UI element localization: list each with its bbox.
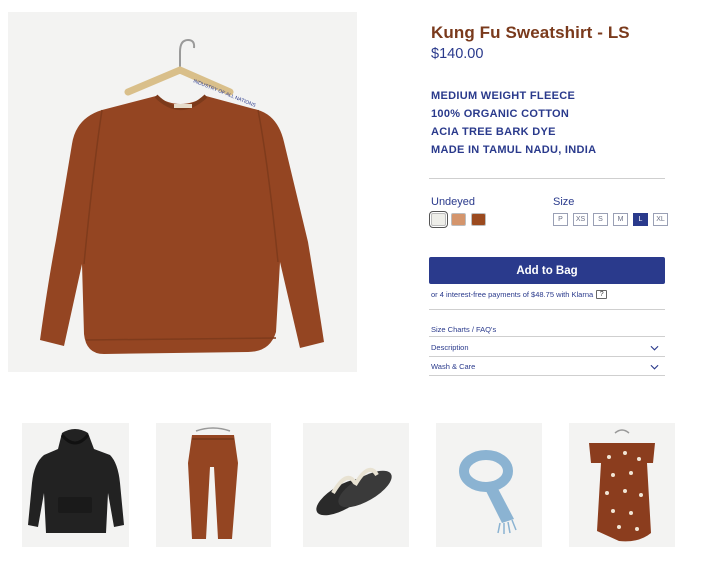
swatch-rust[interactable] [471, 213, 486, 226]
color-swatches [429, 211, 486, 228]
add-to-bag-button[interactable]: Add to Bag [429, 257, 665, 284]
product-title: Kung Fu Sweatshirt - LS [431, 23, 630, 42]
description-label: Description [431, 343, 469, 352]
chevron-down-icon [650, 364, 659, 370]
color-label: Undeyed [431, 196, 476, 208]
size-options: P XS S M L XL [553, 213, 668, 226]
divider [429, 356, 665, 357]
belt-image [436, 423, 542, 547]
feature-item: MEDIUM WEIGHT FLEECE [431, 90, 576, 102]
pants-image [156, 423, 271, 547]
product-price: $140.00 [431, 46, 484, 62]
swatch-tan[interactable] [451, 213, 466, 226]
klarna-message: or 4 interest-free payments of $48.75 wi… [431, 290, 608, 299]
feature-list: MEDIUM WEIGHT FLEECE 100% ORGANIC COTTON… [431, 87, 596, 159]
divider [429, 336, 665, 337]
klarna-help-icon[interactable]: ? [596, 290, 608, 299]
size-option-p[interactable]: P [553, 213, 568, 226]
sandals-image [303, 423, 409, 547]
size-label: Size [553, 196, 575, 208]
related-product-sandals[interactable] [303, 423, 409, 547]
size-chart-link[interactable]: Size Charts / FAQ's [431, 325, 496, 334]
divider [429, 178, 665, 179]
related-product-black-hoodie[interactable] [22, 423, 129, 547]
klarna-text: or 4 interest-free payments of $48.75 wi… [431, 290, 594, 299]
sweatshirt-image: INDUSTRY OF ALL NATIONS [8, 12, 357, 372]
hoodie-image [22, 423, 129, 547]
chevron-down-icon [650, 345, 659, 351]
related-product-blue-belt[interactable] [436, 423, 542, 547]
dress-image [569, 423, 675, 547]
feature-item: 100% ORGANIC COTTON [431, 108, 570, 120]
swatch-undeyed[interactable] [429, 211, 448, 228]
wash-care-label: Wash & Care [431, 362, 476, 371]
wash-care-accordion[interactable]: Wash & Care [429, 362, 665, 371]
size-option-s[interactable]: S [593, 213, 608, 226]
related-product-printed-dress[interactable] [569, 423, 675, 547]
size-option-m[interactable]: M [613, 213, 628, 226]
divider [429, 375, 665, 376]
feature-item: MADE IN TAMUL NADU, INDIA [431, 144, 597, 156]
size-option-xl[interactable]: XL [653, 213, 668, 226]
size-option-l[interactable]: L [633, 213, 648, 226]
size-option-xs[interactable]: XS [573, 213, 588, 226]
main-product-image[interactable]: INDUSTRY OF ALL NATIONS [8, 12, 357, 372]
divider [429, 309, 665, 310]
description-accordion[interactable]: Description [429, 343, 665, 352]
feature-item: ACIA TREE BARK DYE [431, 126, 556, 138]
related-product-rust-pants[interactable] [156, 423, 271, 547]
